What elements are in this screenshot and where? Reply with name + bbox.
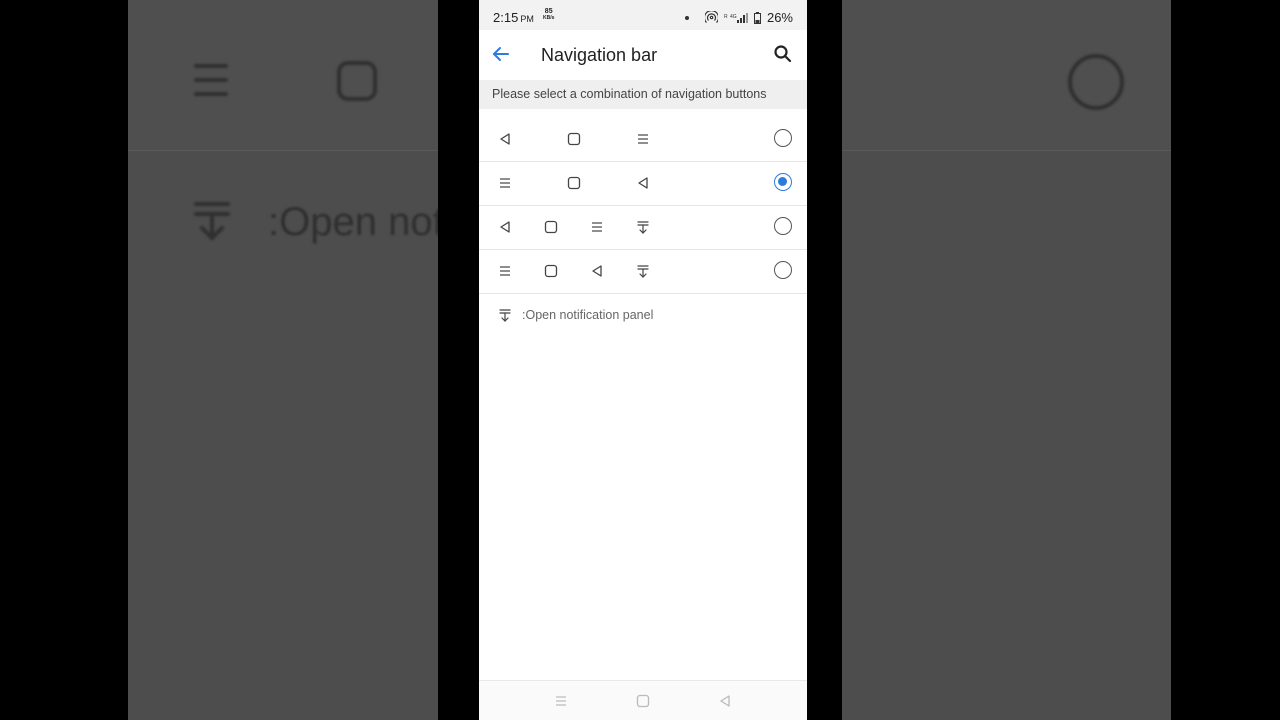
home-icon <box>567 176 581 190</box>
status-ampm: PM <box>520 14 534 24</box>
home-icon <box>544 220 558 234</box>
notification-panel-icon <box>499 309 511 322</box>
nav-option-1[interactable] <box>479 117 807 162</box>
home-icon <box>544 264 558 278</box>
back-icon <box>500 221 510 233</box>
back-icon <box>500 133 510 145</box>
app-bar: Navigation bar <box>479 30 807 80</box>
notification-panel-icon <box>194 202 230 241</box>
notification-panel-note: :Open notification panel <box>498 308 653 322</box>
background-blur-right <box>842 0 1171 720</box>
radio-button[interactable] <box>774 217 792 235</box>
instruction-subheader: Please select a combination of navigatio… <box>479 80 807 109</box>
recents-icon <box>638 134 648 144</box>
nav-option-4[interactable] <box>479 249 807 294</box>
back-icon <box>638 177 648 189</box>
recents-icon <box>592 222 602 232</box>
status-time-value: 2:15 <box>493 10 519 25</box>
notification-panel-icon <box>637 221 649 234</box>
svg-text:4G: 4G <box>730 14 737 20</box>
background-header-strip <box>128 0 438 151</box>
radio-button-selected[interactable] <box>774 173 792 191</box>
svg-text:R: R <box>724 14 728 20</box>
instruction-text: Please select a combination of navigatio… <box>492 87 767 101</box>
status-icons: R 4G 26% <box>684 10 793 25</box>
nav-option-2[interactable] <box>479 161 807 206</box>
recents-icon <box>500 178 510 188</box>
nav-option-3[interactable] <box>479 205 807 250</box>
radio-button[interactable] <box>774 261 792 279</box>
back-icon <box>592 265 602 277</box>
signal-icon: R 4G <box>724 12 748 23</box>
radio-button[interactable] <box>774 129 792 147</box>
home-icon[interactable] <box>636 694 650 708</box>
notification-panel-icon <box>637 265 649 278</box>
network-speed: 85 KB/s <box>543 8 555 21</box>
battery-percent: 26% <box>766 10 793 25</box>
home-icon <box>567 132 581 146</box>
status-bar: 2:15 PM 85 KB/s R 4G 26% <box>479 0 807 30</box>
note-text: :Open notification panel <box>522 308 654 322</box>
radio-icon <box>1068 54 1124 110</box>
status-time: 2:15 PM <box>493 10 534 25</box>
system-navigation-bar <box>479 680 807 720</box>
dot-icon <box>684 15 689 20</box>
home-icon <box>337 61 377 101</box>
background-blur-left: :Open not <box>128 0 438 720</box>
recents-icon[interactable] <box>554 694 568 708</box>
search-icon[interactable] <box>771 42 795 66</box>
recents-icon <box>500 266 510 276</box>
hotspot-icon <box>704 11 718 23</box>
background-text: :Open not <box>268 200 438 244</box>
page-title: Navigation bar <box>541 45 658 65</box>
recents-icon <box>194 64 228 96</box>
phone-screen: 2:15 PM 85 KB/s R 4G 26% Navigation bar … <box>479 0 807 720</box>
back-arrow-icon[interactable] <box>489 42 513 66</box>
network-speed-unit: KB/s <box>543 15 555 21</box>
back-icon[interactable] <box>718 694 732 708</box>
battery-icon <box>753 11 761 24</box>
